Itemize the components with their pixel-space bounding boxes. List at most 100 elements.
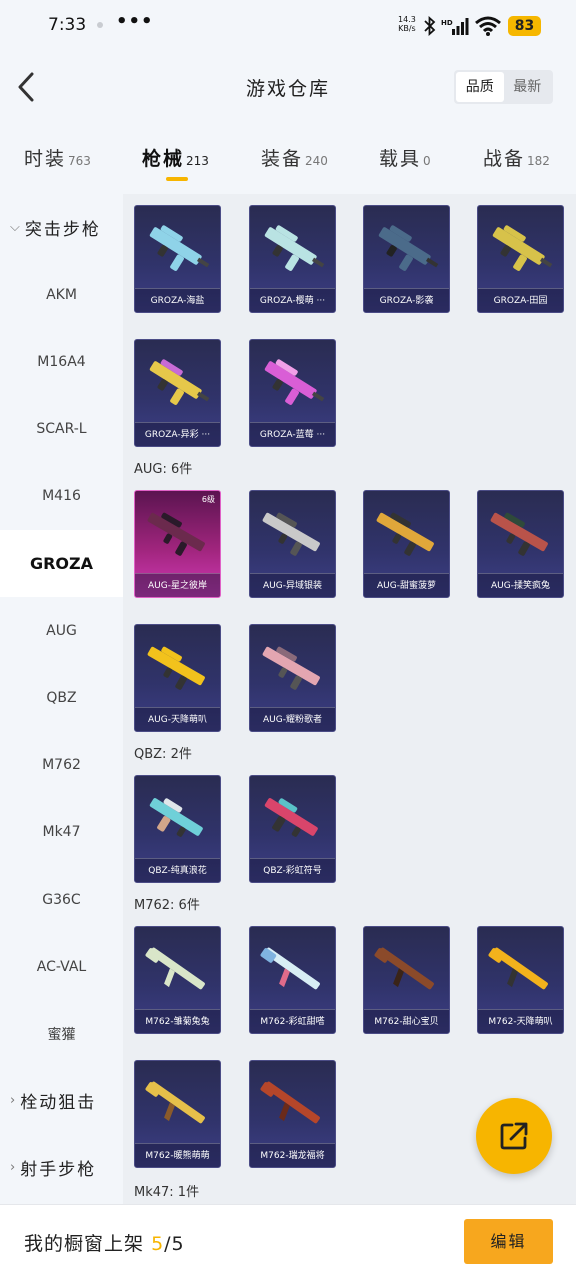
sidebar-group-marksman-rifles[interactable]: › 射手步枪 — [0, 1134, 123, 1201]
weapon-card[interactable]: GROZA-影袭 — [363, 205, 450, 313]
weapon-card-label: GROZA-海盐 — [135, 288, 220, 312]
showcase-count-total: /5 — [164, 1233, 185, 1255]
sidebar-group-bolt-snipers[interactable]: › 栓动狙击 — [0, 1067, 123, 1134]
sidebar-group-label: 突击步枪 — [24, 220, 101, 240]
weapon-card-label: M762-甜心宝贝 — [364, 1009, 449, 1033]
sidebar-item-g36c[interactable]: G36C — [0, 866, 123, 933]
section-title-qbz: QBZ: 2件 — [134, 747, 192, 762]
tab-equipment[interactable]: 装备 240 — [261, 144, 328, 171]
tab-supplies[interactable]: 战备 182 — [483, 144, 550, 171]
weapon-card-label: GROZA-樱萌 ··· — [250, 288, 335, 312]
sidebar-item-honey-badger[interactable]: 蜜獾 — [0, 1000, 123, 1067]
sidebar-item-m16a4[interactable]: M16A4 — [0, 328, 123, 395]
weapon-card[interactable]: QBZ-彩虹符号 — [249, 775, 336, 883]
svg-text:HD: HD — [441, 19, 453, 27]
weapon-card[interactable]: GROZA-蓝莓 ··· — [249, 339, 336, 447]
weapon-card[interactable]: M762-天降萌叭 — [477, 926, 564, 1034]
weapon-card[interactable]: M762-雏菊兔兔 — [134, 926, 221, 1034]
sort-by-latest[interactable]: 最新 — [504, 72, 552, 102]
gun-body — [262, 512, 320, 552]
sidebar-item-mk47[interactable]: Mk47 — [0, 798, 123, 865]
external-link-icon — [500, 1122, 528, 1150]
rifle-icon — [147, 646, 205, 690]
sidebar-item-ac-val[interactable]: AC-VAL — [0, 933, 123, 1000]
weapon-card[interactable]: AUG-揉笑疯兔 — [477, 490, 564, 598]
weapon-card[interactable]: GROZA-樱萌 ··· — [249, 205, 336, 313]
gun-stock — [145, 1082, 162, 1097]
weapon-card-label: M762-暖熊萌萌 — [135, 1143, 220, 1167]
section-title-mk47: Mk47: 1件 — [134, 1185, 200, 1200]
tab-count: 213 — [186, 154, 209, 168]
sidebar-item-scar-l[interactable]: SCAR-L — [0, 395, 123, 462]
weapon-card-label: AUG-揉笑疯兔 — [478, 573, 563, 597]
weapon-card[interactable]: AUG-耀粉歌者 — [249, 624, 336, 732]
gun-stock — [260, 1082, 277, 1097]
sidebar-item-aug[interactable]: AUG — [0, 597, 123, 664]
rifle-icon — [145, 1081, 205, 1124]
weapon-card[interactable]: GROZA-异彩 ··· — [134, 339, 221, 447]
sidebar-item-groza[interactable]: GROZA — [0, 530, 123, 597]
rifle-icon — [149, 798, 203, 837]
weapon-grid: GROZA-海盐 GROZA-樱萌 ··· GROZA-影袭 GROZA-田园 … — [123, 194, 576, 1204]
weapon-card[interactable]: GROZA-田园 — [477, 205, 564, 313]
sidebar-item-qbz[interactable]: QBZ — [0, 664, 123, 731]
weapon-card-label: AUG-天降萌叭 — [135, 707, 220, 731]
tab-outfits[interactable]: 时装 763 — [24, 144, 91, 171]
tab-count: 763 — [68, 154, 91, 168]
rifle-icon — [147, 512, 205, 556]
sidebar-item-m762[interactable]: M762 — [0, 731, 123, 798]
tab-count: 182 — [527, 154, 550, 168]
weapon-card[interactable]: AUG-天降萌叭 — [134, 624, 221, 732]
weapon-type-sidebar: ⌵ 突击步枪 AKM M16A4 SCAR-L M416 GROZA AUG QB… — [0, 194, 123, 1204]
category-tabs: 时装 763 枪械 213 装备 240 载具 0 战备 182 — [0, 124, 576, 194]
tab-vehicles[interactable]: 载具 0 — [379, 144, 431, 171]
gun-stock — [374, 948, 391, 963]
weapon-card-label: M762-天降萌叭 — [478, 1009, 563, 1033]
rifle-icon — [374, 947, 434, 990]
weapon-card[interactable]: M762-彩虹甜嗒 — [249, 926, 336, 1034]
showcase-label: 我的橱窗上架 5/5 — [24, 1229, 185, 1256]
sidebar-item-m416[interactable]: M416 — [0, 462, 123, 529]
sidebar-group-label: 射手步枪 — [20, 1160, 97, 1180]
weapon-card[interactable]: QBZ-纯真浪花 — [134, 775, 221, 883]
rifle-icon — [490, 512, 548, 556]
weapon-card-label: QBZ-纯真浪花 — [135, 858, 220, 882]
weapon-card[interactable]: 6级 AUG-星之彼岸 — [134, 490, 221, 598]
status-time: 7:33 — [48, 15, 87, 35]
showcase-bar: 我的橱窗上架 5/5 编辑 — [0, 1204, 576, 1280]
weapon-card[interactable]: AUG-异域银装 — [249, 490, 336, 598]
share-button[interactable] — [476, 1098, 552, 1174]
gun-body — [149, 798, 203, 836]
more-icon: ••• — [116, 11, 154, 32]
tab-weapons[interactable]: 枪械 213 — [142, 144, 209, 171]
rifle-icon — [492, 225, 553, 271]
chevron-down-icon: ⌵ — [10, 220, 20, 235]
weapon-card[interactable]: AUG-甜蜜菠萝 — [363, 490, 450, 598]
tab-count: 0 — [423, 154, 431, 168]
weapon-card-label: M762-彩虹甜嗒 — [250, 1009, 335, 1033]
rifle-icon — [145, 947, 205, 990]
rifle-icon — [378, 225, 439, 271]
sidebar-group-assault-rifles[interactable]: ⌵ 突击步枪 — [0, 194, 123, 261]
edit-button[interactable]: 编辑 — [464, 1219, 553, 1264]
weapon-card[interactable]: M762-暖熊萌萌 — [134, 1060, 221, 1168]
weapon-card[interactable]: M762-瑞龙福将 — [249, 1060, 336, 1168]
net-speed: 14.3 KB/s — [398, 15, 416, 33]
tab-label: 枪械 — [142, 148, 185, 170]
sidebar-item-akm[interactable]: AKM — [0, 261, 123, 328]
rifle-icon — [488, 947, 548, 990]
rifle-icon — [149, 225, 210, 271]
weapon-card[interactable]: GROZA-海盐 — [134, 205, 221, 313]
chevron-right-icon: › — [10, 1160, 16, 1175]
weapon-card[interactable]: M762-甜心宝贝 — [363, 926, 450, 1034]
weapon-card-label: AUG-甜蜜菠萝 — [364, 573, 449, 597]
weapon-card-label: GROZA-异彩 ··· — [135, 422, 220, 446]
active-tab-indicator — [166, 177, 188, 181]
tab-label: 时装 — [24, 148, 67, 170]
sort-by-quality[interactable]: 品质 — [456, 72, 504, 102]
weapon-card-label: AUG-异域银装 — [250, 573, 335, 597]
tab-label: 战备 — [483, 148, 526, 170]
weapon-card-label: GROZA-蓝莓 ··· — [250, 422, 335, 446]
sidebar-group-label: 栓动狙击 — [20, 1093, 97, 1113]
signal-bars-icon: HD — [441, 18, 469, 35]
